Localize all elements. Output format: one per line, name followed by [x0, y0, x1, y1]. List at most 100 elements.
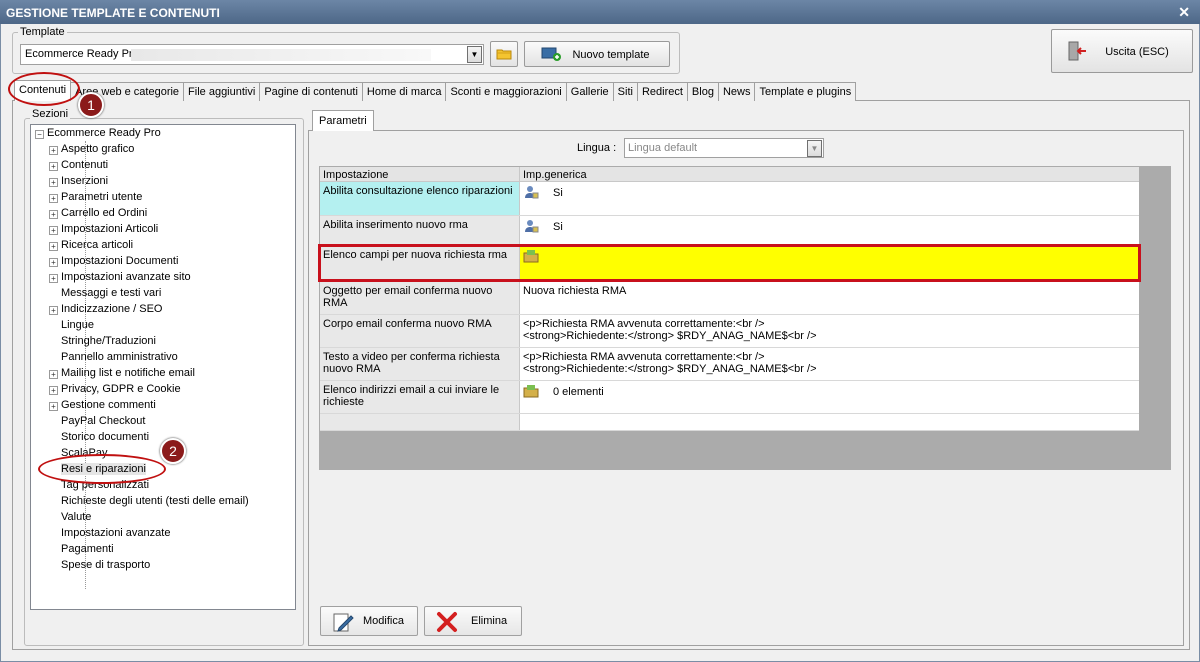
value-line: <strong>Richiedente:</strong> $RDY_ANAG_…: [523, 330, 817, 342]
setting-cell: Corpo email conferma nuovo RMA: [320, 315, 520, 347]
tree-item[interactable]: Storico documenti: [49, 431, 149, 447]
col-header-setting[interactable]: Impostazione: [320, 167, 520, 182]
value-text: Si: [553, 221, 563, 233]
tree-item[interactable]: Impostazioni avanzate: [49, 527, 170, 543]
expand-icon[interactable]: +: [49, 306, 58, 315]
table-row[interactable]: Corpo email conferma nuovo RMA <p>Richie…: [320, 315, 1139, 348]
tree-item[interactable]: Lingue: [49, 319, 94, 335]
value-cell[interactable]: Si: [520, 216, 1139, 245]
annotation-circle-tab: [8, 72, 80, 106]
exit-label: Uscita (ESC): [1105, 46, 1169, 58]
tree-item-label: Pagamenti: [61, 543, 114, 555]
table-row[interactable]: Abilita inserimento nuovo rma Si: [320, 216, 1139, 246]
tree-item-label: Lingue: [61, 319, 95, 331]
delete-label: Elimina: [471, 615, 508, 627]
tree-item[interactable]: + Impostazioni Articoli: [49, 223, 158, 239]
window-title-bar: GESTIONE TEMPLATE E CONTENUTI ✕: [0, 0, 1200, 24]
tree-item[interactable]: + Parametri utente: [49, 191, 142, 207]
tree-item-label: Inserzioni: [61, 175, 109, 187]
delete-button[interactable]: Elimina: [424, 606, 522, 636]
table-row[interactable]: Abilita consultazione elenco riparazioni…: [320, 182, 1139, 216]
tree-item[interactable]: Valute: [49, 511, 91, 527]
tab-pagine-contenuti[interactable]: Pagine di contenuti: [259, 82, 363, 101]
table-row[interactable]: Oggetto per email conferma nuovo RMA Nuo…: [320, 282, 1139, 315]
expand-icon[interactable]: +: [49, 402, 58, 411]
setting-cell: Oggetto per email conferma nuovo RMA: [320, 282, 520, 314]
value-cell[interactable]: Nuova richiesta RMA: [520, 282, 1139, 314]
tab-template-plugins[interactable]: Template e plugins: [754, 82, 857, 101]
setting-cell: Testo a video per conferma richiesta nuo…: [320, 348, 520, 380]
tree-item[interactable]: PayPal Checkout: [49, 415, 145, 431]
table-row[interactable]: Testo a video per conferma richiesta nuo…: [320, 348, 1139, 381]
tree-item[interactable]: + Impostazioni avanzate sito: [49, 271, 191, 287]
setting-line: richieste: [323, 396, 364, 408]
tree-item[interactable]: + Privacy, GDPR e Cookie: [49, 383, 181, 399]
tab-redirect[interactable]: Redirect: [636, 82, 688, 101]
tree-item[interactable]: + Impostazioni Documenti: [49, 255, 178, 271]
expand-icon[interactable]: +: [49, 226, 58, 235]
tab-sconti[interactable]: Sconti e maggiorazioni: [445, 82, 567, 101]
tab-file-aggiuntivi[interactable]: File aggiuntivi: [183, 82, 261, 101]
tree-item[interactable]: Pagamenti: [49, 543, 114, 559]
expand-icon[interactable]: +: [49, 274, 58, 283]
expand-icon[interactable]: +: [49, 162, 58, 171]
new-template-icon: [541, 47, 561, 61]
new-template-label: Nuovo template: [572, 49, 650, 61]
value-cell[interactable]: Si: [520, 182, 1139, 215]
tree-item[interactable]: Spese di trasporto: [49, 559, 150, 575]
open-folder-button[interactable]: [490, 41, 518, 67]
tree-item[interactable]: Pannello amministrativo: [49, 351, 178, 367]
edit-button[interactable]: Modifica: [320, 606, 418, 636]
tree-item[interactable]: + Mailing list e notifiche email: [49, 367, 195, 383]
setting-line: Testo a video per conferma richiesta: [323, 351, 500, 363]
expand-icon[interactable]: +: [49, 210, 58, 219]
expand-icon[interactable]: +: [49, 370, 58, 379]
tab-siti[interactable]: Siti: [612, 82, 638, 101]
tree-item[interactable]: + Indicizzazione / SEO: [49, 303, 163, 319]
tree-item[interactable]: + Carrello ed Ordini: [49, 207, 147, 223]
tree-item-label: Richieste degli utenti (testi delle emai…: [61, 495, 249, 507]
close-icon[interactable]: ✕: [1178, 4, 1190, 21]
tree-item[interactable]: Richieste degli utenti (testi delle emai…: [49, 495, 249, 511]
value-cell[interactable]: <p>Richiesta RMA avvenuta correttamente:…: [520, 348, 1139, 380]
user-lock-icon: [525, 220, 539, 233]
tree-item[interactable]: + Contenuti: [49, 159, 108, 175]
tree-item-label: Contenuti: [61, 159, 109, 171]
annotation-circle-tree: [38, 454, 166, 484]
tree-item[interactable]: Stringhe/Traduzioni: [49, 335, 156, 351]
expand-icon[interactable]: +: [49, 242, 58, 251]
tree-item[interactable]: + Ricerca articoli: [49, 239, 133, 255]
tree-item-label: Impostazioni Articoli: [61, 223, 159, 235]
chevron-down-icon[interactable]: ▼: [807, 140, 822, 157]
edit-label: Modifica: [363, 615, 404, 627]
setting-line: nuovo RMA: [323, 363, 381, 375]
tree-root[interactable]: − Ecommerce Ready Pro: [35, 127, 161, 143]
template-select[interactable]: Ecommerce Ready Pro ▼: [20, 44, 484, 65]
expand-icon[interactable]: +: [49, 146, 58, 155]
expand-icon[interactable]: +: [49, 178, 58, 187]
tree-item[interactable]: + Gestione commenti: [49, 399, 156, 415]
new-template-button[interactable]: Nuovo template: [524, 41, 670, 67]
language-select[interactable]: Lingua default ▼: [624, 138, 824, 158]
tree-item[interactable]: Messaggi e testi vari: [49, 287, 161, 303]
exit-button[interactable]: Uscita (ESC): [1051, 29, 1193, 73]
value-cell[interactable]: 0 elementi: [520, 381, 1139, 413]
main-tabs: Contenuti Aree web e categorie File aggi…: [14, 80, 857, 102]
chevron-down-icon[interactable]: ▼: [467, 46, 482, 63]
tree-item[interactable]: + Aspetto grafico: [49, 143, 134, 159]
tab-gallerie[interactable]: Gallerie: [565, 82, 614, 101]
table-row[interactable]: Elenco indirizzi email a cui inviare le …: [320, 381, 1139, 414]
value-cell[interactable]: <p>Richiesta RMA avvenuta correttamente:…: [520, 315, 1139, 347]
tab-parametri[interactable]: Parametri: [312, 110, 374, 131]
expand-icon[interactable]: +: [49, 194, 58, 203]
sections-tree[interactable]: − Ecommerce Ready Pro + Aspetto grafico + C…: [30, 124, 296, 610]
tab-news[interactable]: News: [717, 82, 756, 101]
col-header-value[interactable]: Imp.generica: [520, 167, 1139, 182]
params-grid[interactable]: Impostazione Imp.generica Abilita consul…: [320, 167, 1139, 431]
expand-icon[interactable]: +: [49, 258, 58, 267]
tab-blog[interactable]: Blog: [686, 82, 719, 101]
expand-icon[interactable]: +: [49, 386, 58, 395]
tab-home-marca[interactable]: Home di marca: [361, 82, 447, 101]
collapse-icon[interactable]: −: [35, 130, 44, 139]
tree-item[interactable]: + Inserzioni: [49, 175, 108, 191]
